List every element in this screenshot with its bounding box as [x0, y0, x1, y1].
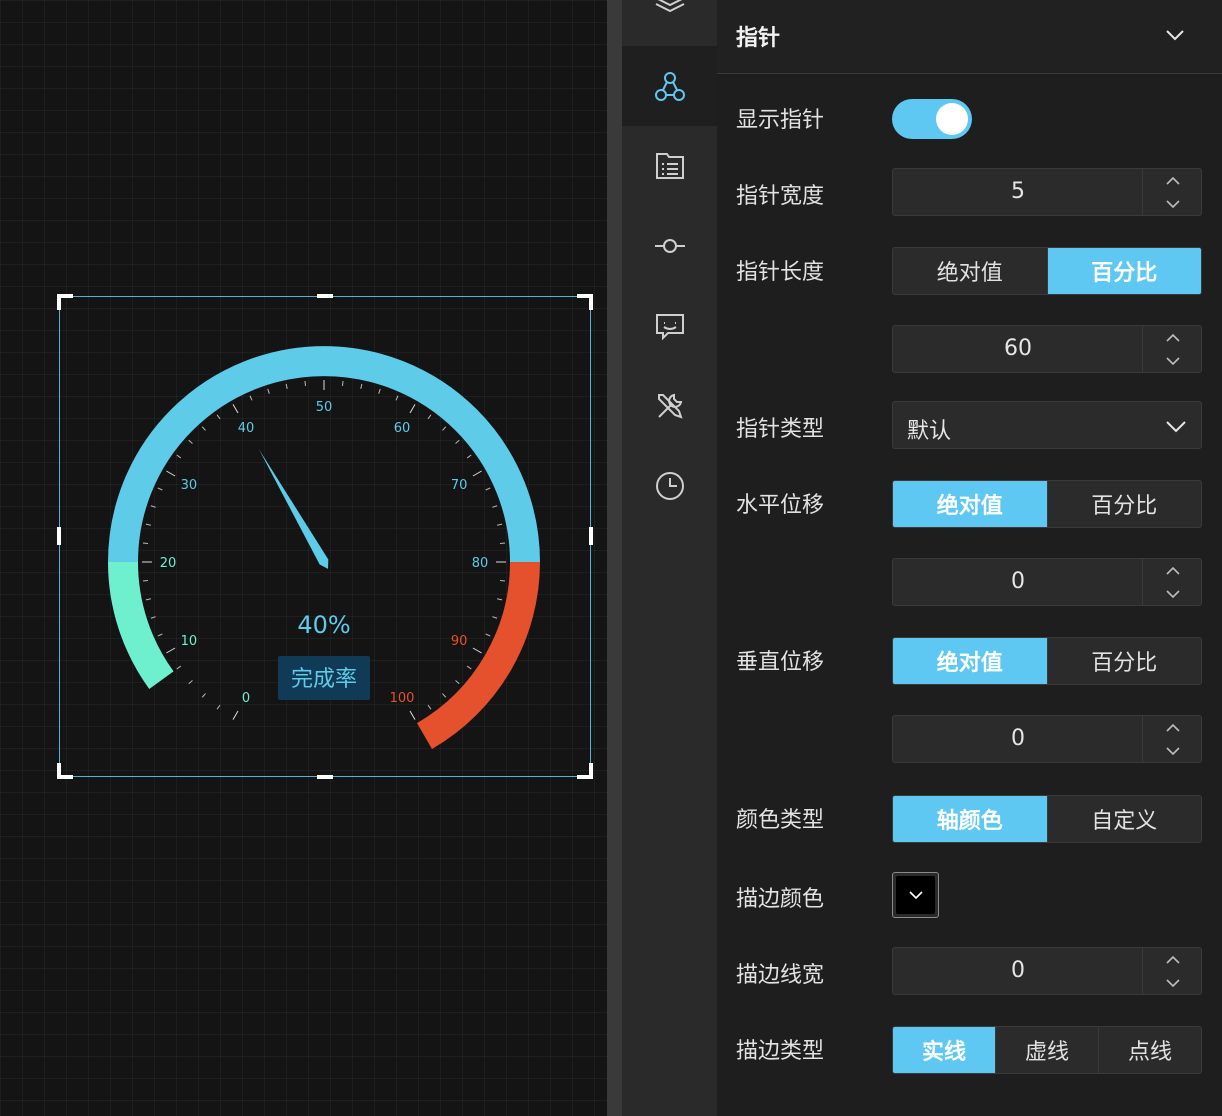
increment-button[interactable]	[1143, 559, 1202, 582]
stroke-type-solid[interactable]: 实线	[893, 1027, 996, 1073]
v-offset-label: 垂直位移	[736, 650, 825, 675]
pointer-length-label: 指针长度	[736, 260, 825, 285]
pointer-type-label: 指针类型	[736, 417, 825, 442]
chevron-up-icon	[1165, 723, 1180, 732]
increment-button[interactable]	[1143, 326, 1202, 349]
panel-header[interactable]: 指针	[717, 0, 1222, 74]
tool-rail	[622, 0, 717, 1116]
color-type-axis[interactable]: 轴颜色	[893, 796, 1048, 842]
resize-corner-top-right[interactable]	[577, 294, 593, 310]
chevron-up-icon	[1165, 176, 1180, 185]
resize-handle-top[interactable]	[317, 294, 333, 298]
decrement-button[interactable]	[1143, 192, 1202, 215]
pointer-width-label: 指针宽度	[736, 184, 825, 209]
resize-handle-right[interactable]	[589, 527, 593, 545]
h-offset-mode: 绝对值 百分比	[892, 480, 1202, 528]
resize-handle-left[interactable]	[57, 527, 61, 545]
resize-handle-bottom[interactable]	[317, 775, 333, 779]
pointer-width-input[interactable]: 5	[892, 168, 1202, 216]
h-offset-absolute[interactable]: 绝对值	[893, 481, 1048, 527]
pointer-length-input[interactable]: 60	[892, 325, 1202, 373]
rail-tools[interactable]	[622, 366, 717, 446]
v-offset-stepper	[1142, 716, 1201, 762]
pointer-length-value[interactable]: 60	[893, 326, 1143, 372]
pointer-type-value: 默认	[907, 419, 952, 444]
stroke-width-value[interactable]: 0	[893, 948, 1143, 994]
chevron-down-icon	[1166, 421, 1186, 433]
v-offset-input[interactable]: 0	[892, 715, 1202, 763]
stroke-color-swatch	[896, 876, 935, 914]
chevron-up-icon	[1165, 333, 1180, 342]
layers-icon	[655, 0, 684, 13]
color-type-label: 颜色类型	[736, 808, 825, 833]
rail-history[interactable]	[622, 446, 717, 526]
h-offset-input[interactable]: 0	[892, 558, 1202, 606]
canvas-area[interactable]: 0 10 20 30 40 50 60 70 80 90 100 40% 完成率	[0, 0, 607, 1116]
rail-connector[interactable]	[622, 206, 717, 286]
rail-nodes[interactable]	[622, 46, 717, 126]
panel-divider[interactable]	[607, 0, 622, 1116]
show-pointer-label: 显示指针	[736, 108, 825, 133]
pointer-length-stepper	[1142, 326, 1201, 372]
h-offset-percent[interactable]: 百分比	[1048, 481, 1202, 527]
nodes-icon	[654, 72, 685, 101]
pointer-width-stepper	[1142, 169, 1201, 215]
chevron-down-icon	[908, 891, 923, 900]
resize-corner-bottom-right[interactable]	[577, 763, 593, 779]
toggle-knob	[936, 103, 968, 135]
pointer-length-percent[interactable]: 百分比	[1047, 248, 1201, 294]
pointer-length-absolute[interactable]: 绝对值	[893, 248, 1048, 294]
increment-button[interactable]	[1143, 716, 1202, 739]
selection-frame[interactable]	[57, 294, 593, 779]
pointer-width-value[interactable]: 5	[893, 169, 1143, 215]
chevron-up-icon	[1165, 955, 1180, 964]
chevron-down-icon	[1165, 356, 1180, 365]
rail-layers[interactable]	[622, 0, 717, 42]
list-icon	[655, 153, 684, 179]
chevron-down-icon	[1165, 199, 1180, 208]
properties-panel: 指针 显示指针 指针宽度 5 指针长度 绝对值 百分比 60 指针类型 默认 水…	[717, 0, 1222, 1116]
resize-corner-top-left[interactable]	[57, 294, 73, 310]
stroke-color-label: 描边颜色	[736, 887, 825, 912]
increment-button[interactable]	[1143, 169, 1202, 192]
chevron-down-icon[interactable]	[1164, 24, 1186, 46]
decrement-button[interactable]	[1143, 582, 1202, 605]
comment-icon	[655, 314, 684, 341]
tools-icon	[657, 393, 683, 419]
chevron-down-icon	[1165, 746, 1180, 755]
v-offset-value[interactable]: 0	[893, 716, 1143, 762]
decrement-button[interactable]	[1143, 349, 1202, 372]
v-offset-mode: 绝对值 百分比	[892, 637, 1202, 685]
color-type-custom[interactable]: 自定义	[1048, 796, 1202, 842]
v-offset-percent[interactable]: 百分比	[1048, 638, 1202, 684]
stroke-width-label: 描边线宽	[736, 963, 825, 988]
rail-list[interactable]	[622, 126, 717, 206]
rail-comment[interactable]	[622, 286, 717, 366]
stroke-type-dotted[interactable]: 点线	[1099, 1027, 1201, 1073]
color-type-mode: 轴颜色 自定义	[892, 795, 1202, 843]
stroke-color-picker[interactable]	[892, 872, 939, 918]
chevron-down-icon	[1165, 978, 1180, 987]
stroke-type-mode: 实线 虚线 点线	[892, 1026, 1202, 1074]
pointer-type-select[interactable]: 默认	[892, 401, 1202, 449]
stroke-type-label: 描边类型	[736, 1039, 825, 1064]
resize-corner-bottom-left[interactable]	[57, 763, 73, 779]
v-offset-absolute[interactable]: 绝对值	[893, 638, 1048, 684]
show-pointer-toggle[interactable]	[892, 99, 972, 139]
h-offset-stepper	[1142, 559, 1201, 605]
chevron-up-icon	[1165, 566, 1180, 575]
h-offset-value[interactable]: 0	[893, 559, 1143, 605]
chevron-down-icon	[1165, 589, 1180, 598]
stroke-type-dashed[interactable]: 虚线	[996, 1027, 1099, 1073]
stroke-width-input[interactable]: 0	[892, 947, 1202, 995]
decrement-button[interactable]	[1143, 739, 1202, 762]
panel-title: 指针	[736, 26, 781, 51]
decrement-button[interactable]	[1143, 971, 1202, 994]
stroke-width-stepper	[1142, 948, 1201, 994]
h-offset-label: 水平位移	[736, 493, 825, 518]
clock-icon	[655, 472, 684, 500]
increment-button[interactable]	[1143, 948, 1202, 971]
pointer-length-mode: 绝对值 百分比	[892, 247, 1202, 295]
connector-icon	[654, 239, 685, 253]
